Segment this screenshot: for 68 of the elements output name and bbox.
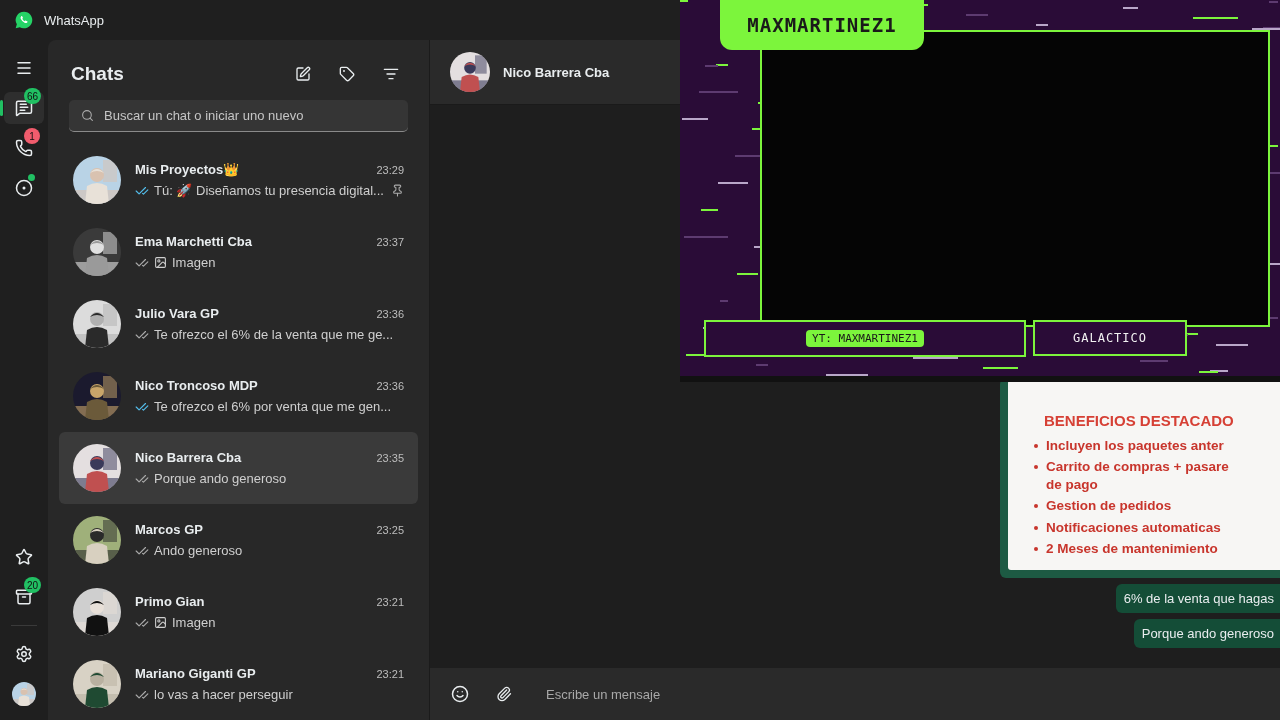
paperclip-icon: [496, 686, 512, 702]
filter-icon: [383, 66, 399, 82]
message-preview: Te ofrezco el 6% por venta que me gen...: [154, 399, 393, 414]
message-time: 23:36: [376, 307, 404, 320]
search-field[interactable]: Buscar un chat o iniciar uno nuevo: [69, 100, 408, 132]
contact-name: Ema Marchetti Cba: [135, 234, 254, 249]
message-preview: Porque ando generoso: [154, 471, 288, 486]
message-preview: Te ofrezco el 6% de la venta que me ge...: [154, 327, 395, 342]
flyer-list-item: Incluyen los paquetes anter: [1018, 436, 1280, 455]
chat-list-item[interactable]: Mariano Giganti GP 23:21 lo vas a hacer perseguir: [59, 648, 418, 720]
contact-name: Marcos GP: [135, 522, 204, 537]
count-badge: 1: [24, 128, 40, 144]
message-time: 23:29: [376, 163, 404, 176]
chat-list-item[interactable]: Primo Gian 23:21 Imagen: [59, 576, 418, 648]
message-time: 23:36: [376, 379, 404, 392]
chat-list-item[interactable]: Ema Marchetti Cba 23:37 Imagen: [59, 216, 418, 288]
image-icon: [154, 256, 167, 269]
chat-bubble-icon: [15, 99, 33, 117]
status-ring-icon: [15, 179, 33, 197]
star-icon: [15, 548, 33, 566]
message-time: 23:35: [376, 451, 404, 464]
sent-message: Porque ando generoso: [1133, 619, 1280, 648]
tag-icon: [339, 66, 355, 82]
overlay-label: GALACTICO: [1033, 320, 1187, 356]
contact-name: Nico Barrera Cba: [135, 450, 243, 465]
flyer-list-item: Notificaciones automaticas: [1018, 518, 1280, 537]
chat-list-item[interactable]: Nico Barrera Cba 23:35 Porque ando generoso: [59, 432, 418, 504]
contact-name: Mis Proyectos👑: [135, 162, 241, 177]
streamer-name-tag: MAXMARTINEZ1: [720, 0, 924, 50]
flyer-list-item: 2 Meses de mantenimiento: [1018, 540, 1280, 558]
chat-list-item[interactable]: Julio Vara GP 23:36 Te ofrezco el 6% de la venta que me ge...: [59, 288, 418, 360]
contact-name: Julio Vara GP: [135, 306, 220, 321]
app-logo-icon: [14, 10, 34, 30]
chat-list-item[interactable]: Nico Troncoso MDP 23:36 Te ofrezco el 6% por venta que me gen...: [59, 360, 418, 432]
message-time: 23:21: [376, 595, 404, 608]
chat-list-item[interactable]: Marcos GP 23:25 Ando generoso: [59, 504, 418, 576]
message-input[interactable]: Escribe un mensaje: [544, 685, 1280, 703]
contact-name: Mariano Giganti GP: [135, 666, 257, 681]
flyer-list-item: Gestion de pedidos: [1018, 497, 1280, 515]
smiley-icon: [451, 685, 469, 703]
message-time: 23:21: [376, 667, 404, 680]
app-title: WhatsApp: [44, 12, 104, 28]
settings-icon: [15, 645, 33, 663]
message-time: 23:37: [376, 235, 404, 248]
search-icon: [81, 109, 94, 122]
message-preview: lo vas a hacer perseguir: [154, 687, 294, 702]
count-badge: 20: [24, 577, 42, 593]
pen-square-icon: [295, 66, 311, 82]
search-input[interactable]: Buscar un chat o iniciar uno nuevo: [102, 107, 396, 124]
flyer-list-item: Carrito de compras + pasare de pago: [1018, 458, 1280, 494]
archive-box-icon: [15, 588, 33, 606]
phone-icon: [15, 139, 33, 157]
chat-contact-name: Nico Barrera Cba: [503, 64, 610, 80]
channel-handle: YT: MAXMARTINEZ1: [806, 330, 924, 347]
image-icon: [154, 616, 167, 629]
count-badge: 66: [24, 88, 42, 104]
message-preview: Imagen: [172, 615, 217, 630]
chat-list-item[interactable]: Mis Proyectos👑 23:29 Tú: 🚀 Diseñamos tu presencia digital...: [59, 144, 418, 216]
message-preview: Tú: 🚀 Diseñamos tu presencia digital...: [154, 183, 385, 198]
contact-name: Primo Gian: [135, 594, 206, 609]
message-preview: Imagen: [172, 255, 217, 270]
flyer-heading: BENEFICIOS DESTACADO: [1044, 411, 1235, 429]
panel-title: Chats: [71, 63, 124, 85]
contact-name: Nico Troncoso MDP: [135, 378, 259, 393]
message-time: 23:25: [376, 523, 404, 536]
menu-icon: [15, 59, 33, 77]
message-preview: Ando generoso: [154, 543, 244, 558]
sent-message: 6% de la venta que hagas: [1115, 584, 1280, 613]
